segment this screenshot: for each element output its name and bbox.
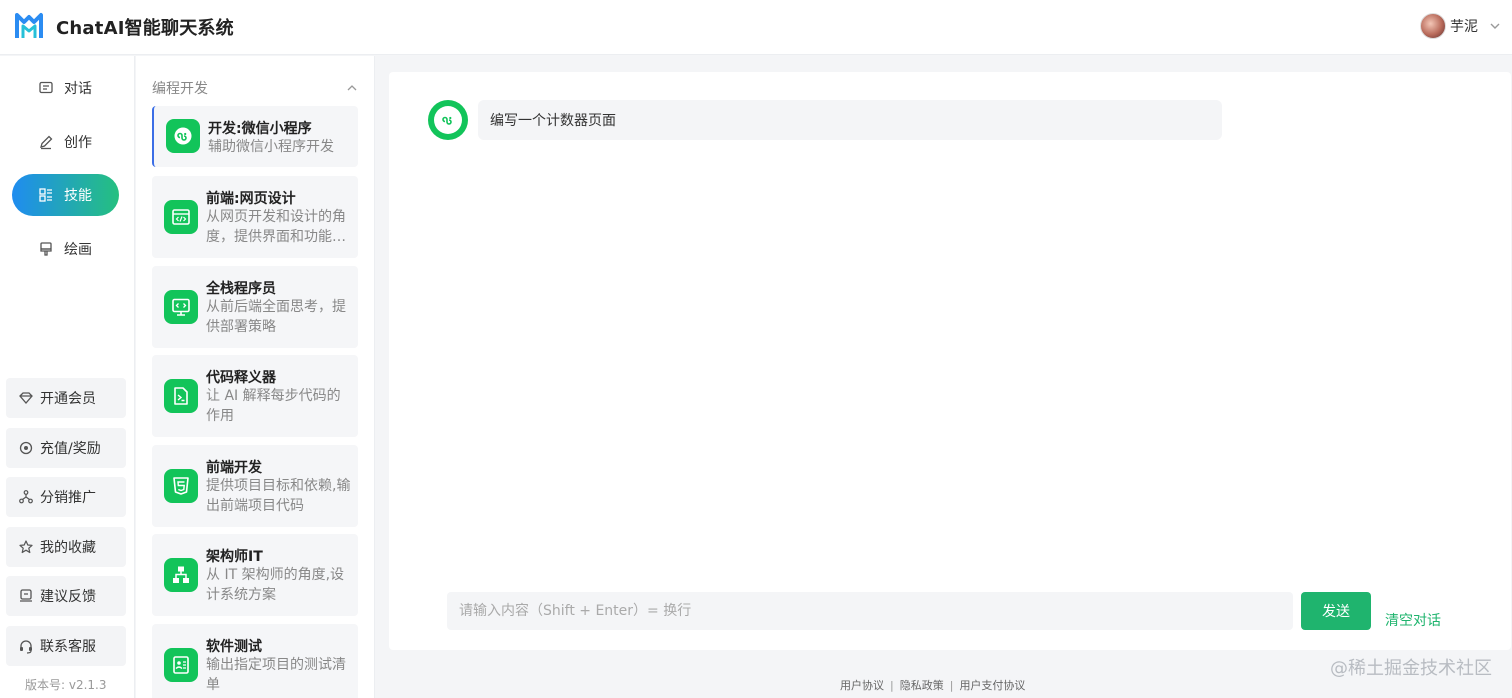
skill-title: 代码释义器 [206,370,276,386]
brush-icon [40,242,52,256]
headset-icon [20,640,32,654]
skill-desc: 辅助微信小程序开发 [208,139,334,155]
chevron-down-icon[interactable] [1488,19,1502,33]
side-button-label: 分销推广 [40,490,96,506]
feedback-button[interactable]: 建议反馈 [6,576,126,616]
footer-separator: | [949,679,954,692]
skill-avatar [428,100,468,140]
logo-icon [15,13,43,38]
side-button-label: 联系客服 [40,639,96,655]
watermark: @稀土掘金技术社区 [1330,658,1492,679]
skill-title: 前端:网页设计 [206,191,296,207]
test-checklist-icon [164,648,198,682]
nav-item-label: 绘画 [64,242,92,258]
skill-item[interactable]: 软件测试 输出指定项目的测试清单 [152,624,358,698]
side-button-label: 充值/奖励 [40,441,101,457]
skill-title: 全栈程序员 [206,281,276,297]
vip-button[interactable]: 开通会员 [6,378,126,418]
feedback-icon [20,589,32,602]
category-header[interactable]: 编程开发 [152,78,359,98]
nav-item-create[interactable]: 创作 [12,121,119,163]
favorites-button[interactable]: 我的收藏 [6,527,126,567]
clear-chat-link[interactable]: 清空对话 [1385,610,1441,630]
skill-desc: 输出指定项目的测试清单 [206,657,346,693]
side-button-label: 开通会员 [40,391,96,407]
terminal-file-icon [164,379,198,413]
side-button-label: 我的收藏 [40,540,96,556]
skill-desc: 从前后端全面思考，提供部署策略 [206,299,346,335]
skill-title: 前端开发 [206,460,262,476]
nav-item-label: 创作 [64,135,92,151]
skill-title: 架构师IT [206,549,263,565]
skill-title: 开发:微信小程序 [208,121,312,137]
app-title: ChatAI智能聊天系统 [56,18,234,39]
skill-desc: 从网页开发和设计的角度，提供界面和功能… [206,209,346,245]
skills-icon [39,188,52,202]
mini-program-icon [442,116,452,125]
header: ChatAI智能聊天系统 芋泥 [0,0,1512,55]
html5-icon [164,469,198,503]
support-button[interactable]: 联系客服 [6,626,126,666]
web-code-icon [164,200,198,234]
skill-item[interactable]: 代码释义器 让 AI 解释每步代码的作用 [152,355,358,437]
skill-item[interactable]: 开发:微信小程序 辅助微信小程序开发 [152,106,358,167]
skill-item[interactable]: 全栈程序员 从前后端全面思考，提供部署策略 [152,266,358,348]
footer-separator: | [890,679,894,692]
skill-title: 软件测试 [206,639,262,655]
chat-icon [39,81,53,94]
star-icon [19,540,33,554]
skills-panel: 编程开发 开发:微信小程序 辅助微信小程序开发 前端:网页设计 从网页开发和设计… [136,56,375,698]
nav-item-label: 对话 [64,81,92,97]
chevron-up-icon[interactable] [345,81,359,95]
send-button[interactable]: 发送 [1301,592,1371,630]
footer: 用户协议 | 隐私政策 | 用户支付协议 [840,677,1025,693]
payment-agreement-link[interactable]: 用户支付协议 [959,679,1025,692]
nav-item-chat[interactable]: 对话 [12,67,119,109]
skill-desc: 从 IT 架构师的角度,设计系统方案 [206,567,345,603]
chat-input[interactable] [447,592,1293,630]
side-button-label: 建议反馈 [40,589,96,605]
nav-item-draw[interactable]: 绘画 [12,228,119,270]
category-title: 编程开发 [152,81,208,97]
nav-item-label: 技能 [64,188,92,204]
recharge-button[interactable]: 充值/奖励 [6,428,126,468]
skill-item[interactable]: 前端开发 提供项目目标和依赖,输出前端项目代码 [152,445,358,527]
referral-button[interactable]: 分销推广 [6,477,126,517]
user-agreement-link[interactable]: 用户协议 [840,679,884,692]
monitor-code-icon [164,290,198,324]
nav-item-skills[interactable]: 技能 [12,174,119,216]
left-nav: 对话 创作 技能 绘画 开通会员 充值/奖励 分销推广 我的收藏 建议反馈 联系… [0,56,135,698]
mini-program-icon [166,119,200,153]
skill-desc: 提供项目目标和依赖,输出前端项目代码 [206,478,351,514]
skill-item[interactable]: 架构师IT 从 IT 架构师的角度,设计系统方案 [152,534,358,616]
architecture-icon [164,558,198,592]
privacy-policy-link[interactable]: 隐私政策 [900,679,944,692]
user-menu[interactable]: 芋泥 [1420,12,1502,40]
chat-message: 编写一个计数器页面 [478,100,1222,140]
skill-desc: 让 AI 解释每步代码的作用 [206,388,341,424]
coin-icon [19,441,33,455]
skill-item[interactable]: 前端:网页设计 从网页开发和设计的角度，提供界面和功能… [152,176,358,258]
diamond-icon [19,392,33,404]
version-label: 版本号: v2.1.3 [25,678,107,692]
chat-panel: 编写一个计数器页面 发送 清空对话 [389,72,1511,650]
user-name[interactable]: 芋泥 [1450,16,1478,36]
user-avatar[interactable] [1420,13,1446,39]
pen-icon [40,135,53,150]
share-icon [19,490,33,504]
